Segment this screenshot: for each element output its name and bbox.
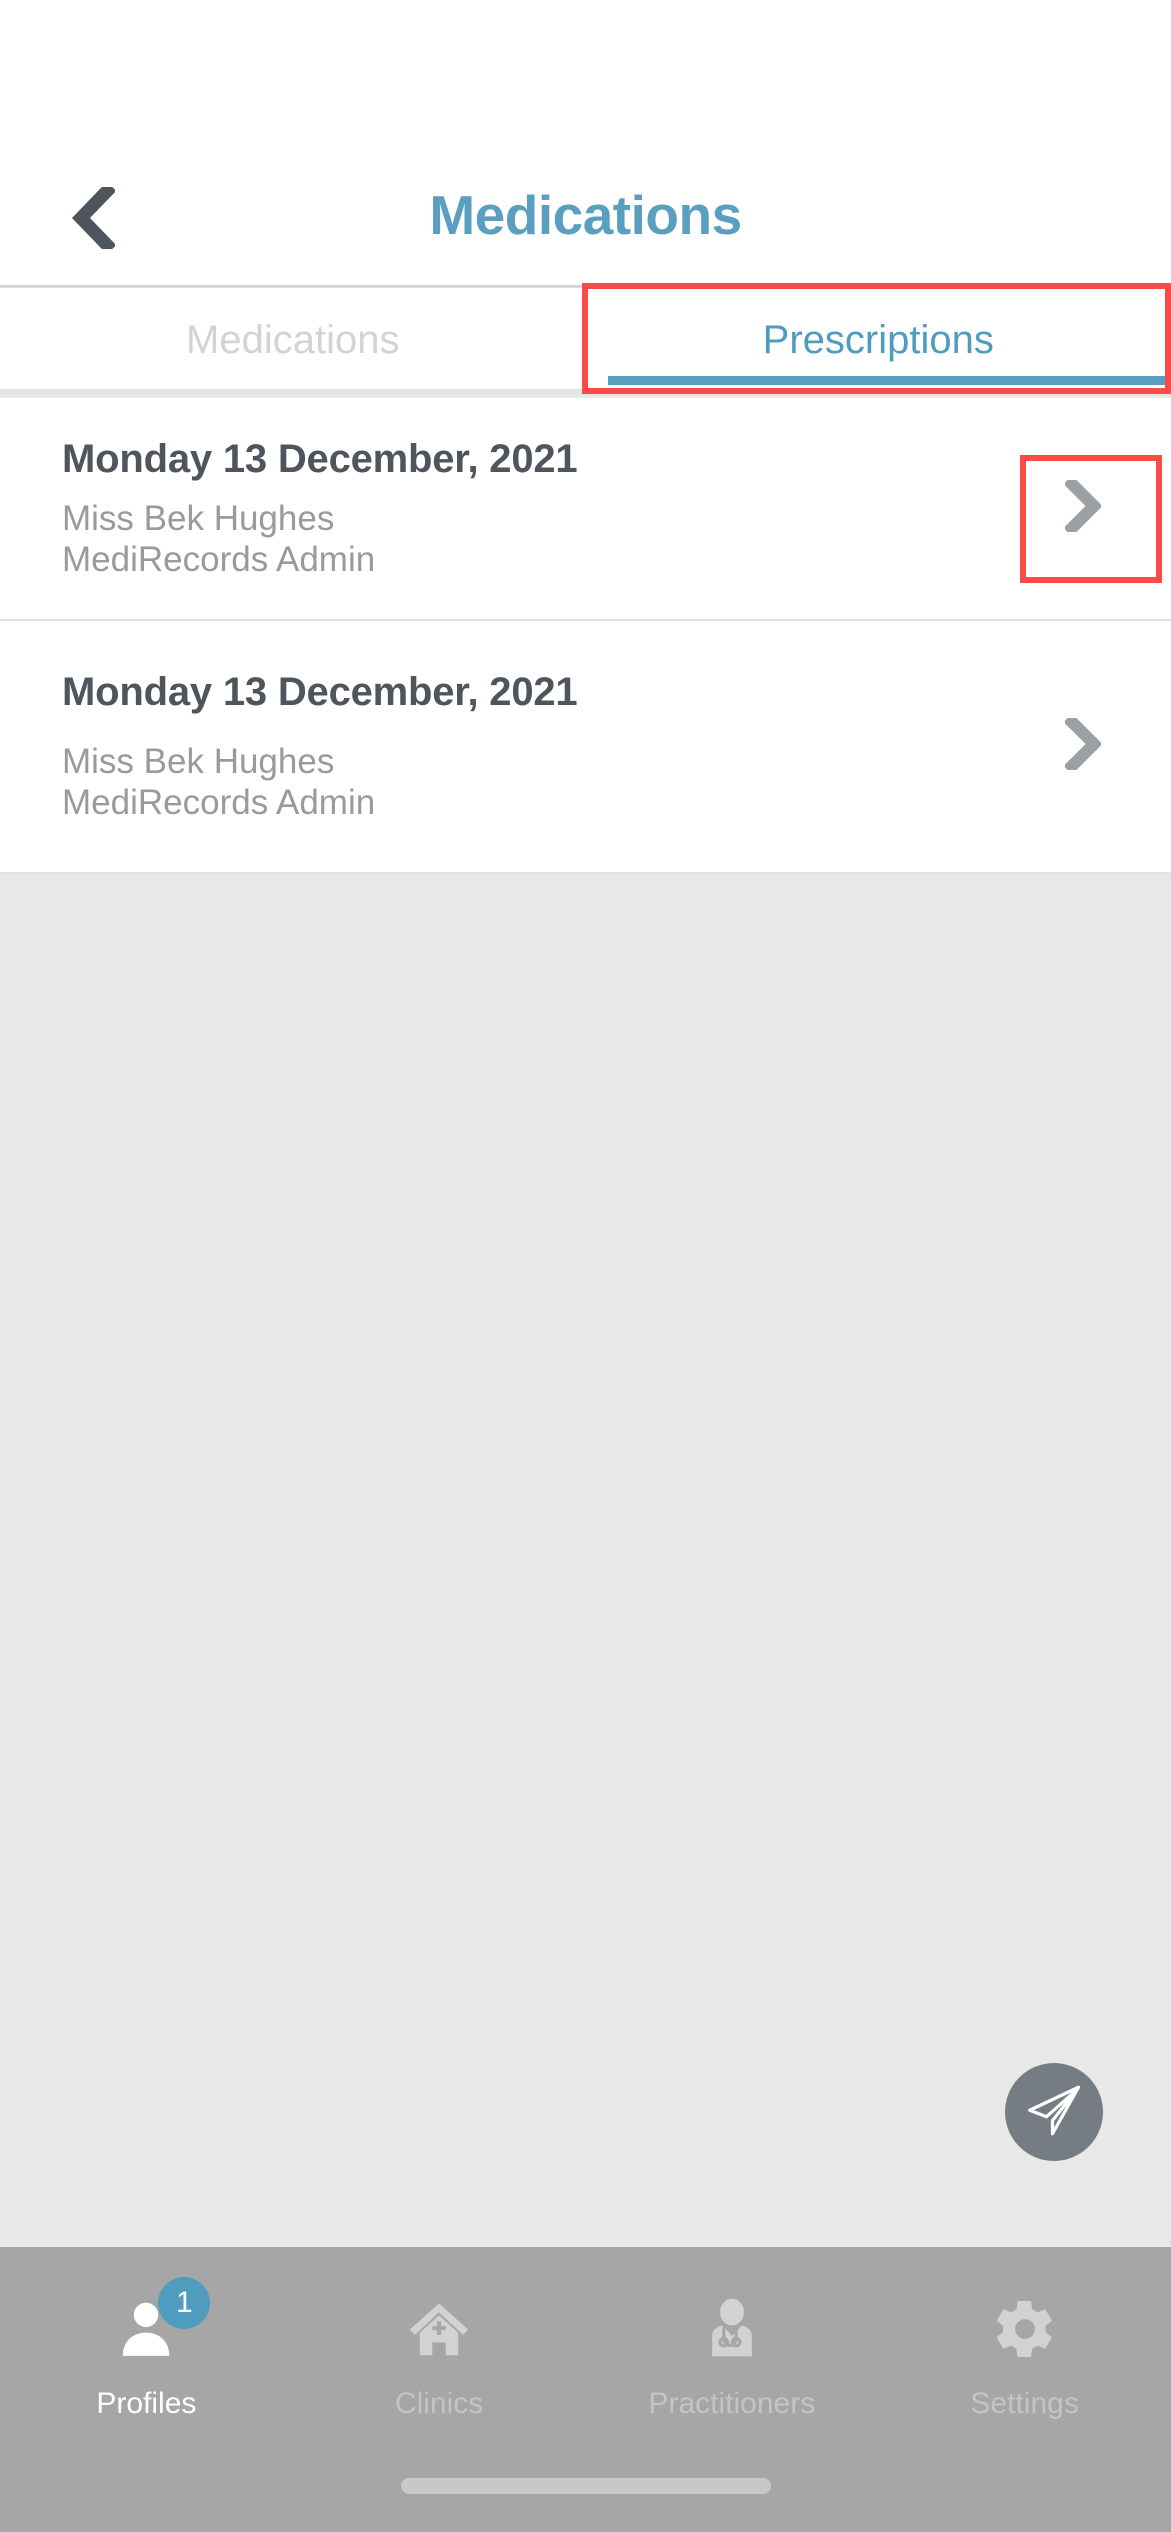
prescription-info: Monday 13 December, 2021 Miss Bek Hughes… bbox=[0, 669, 578, 824]
doctor-stethoscope-icon bbox=[697, 2285, 767, 2373]
bottom-nav-label-profiles: Profiles bbox=[96, 2387, 197, 2420]
profiles-badge: 1 bbox=[158, 2277, 211, 2329]
back-button[interactable] bbox=[48, 168, 138, 268]
gear-icon bbox=[992, 2285, 1058, 2373]
chevron-left-icon bbox=[71, 187, 115, 249]
table-row[interactable]: Monday 13 December, 2021 Miss Bek Hughes… bbox=[0, 621, 1171, 874]
chevron-right-icon bbox=[1063, 713, 1103, 775]
navigation-bar: Medications bbox=[0, 160, 1171, 280]
prescription-patient: Miss Bek Hughes bbox=[62, 498, 335, 538]
clinic-house-plus-icon bbox=[404, 2285, 474, 2373]
prescriptions-list: Monday 13 December, 2021 Miss Bek Hughes… bbox=[0, 398, 1171, 874]
tab-medications[interactable]: Medications bbox=[0, 288, 586, 393]
row-disclosure-button[interactable] bbox=[1057, 713, 1109, 775]
tabbar-bottom-line bbox=[0, 389, 1171, 395]
page-title: Medications bbox=[429, 184, 742, 246]
bottom-nav-item-profiles[interactable]: 1 Profiles bbox=[0, 2247, 293, 2532]
send-paper-plane-icon bbox=[1023, 2079, 1085, 2146]
chevron-right-icon bbox=[1063, 475, 1103, 537]
bottom-nav-label-practitioners: Practitioners bbox=[648, 2387, 816, 2420]
table-row[interactable]: Monday 13 December, 2021 Miss Bek Hughes… bbox=[0, 398, 1171, 621]
person-icon: 1 bbox=[112, 2277, 211, 2373]
home-indicator bbox=[400, 2478, 771, 2494]
prescription-source: MediRecords Admin bbox=[62, 540, 376, 579]
prescription-source: MediRecords Admin bbox=[62, 783, 376, 822]
tab-prescriptions-label: Prescriptions bbox=[762, 318, 994, 362]
bottom-nav-label-settings: Settings bbox=[970, 2387, 1079, 2420]
tab-divider bbox=[585, 312, 588, 370]
tab-medications-label: Medications bbox=[186, 318, 400, 362]
app-screen: Medications Medications Prescriptions Mo… bbox=[0, 0, 1171, 2532]
prescription-date: Monday 13 December, 2021 bbox=[62, 436, 578, 481]
send-prescription-fab[interactable] bbox=[1005, 2063, 1103, 2161]
bottom-nav-item-settings[interactable]: Settings bbox=[878, 2247, 1171, 2532]
prescription-info: Monday 13 December, 2021 Miss Bek Hughes… bbox=[0, 436, 578, 581]
prescription-date: Monday 13 December, 2021 bbox=[62, 669, 578, 714]
bottom-navigation-bar: 1 Profiles Clinics Practitioners Setting… bbox=[0, 2247, 1171, 2532]
prescription-patient: Miss Bek Hughes bbox=[62, 741, 335, 781]
tab-prescriptions[interactable]: Prescriptions bbox=[585, 288, 1171, 393]
row-disclosure-button[interactable] bbox=[1057, 475, 1109, 537]
bottom-nav-label-clinics: Clinics bbox=[394, 2387, 484, 2420]
